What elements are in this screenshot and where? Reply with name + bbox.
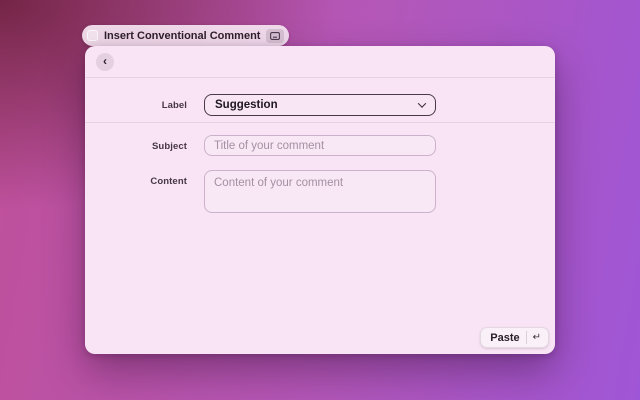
keyboard-icon xyxy=(266,29,284,43)
content-field-label: Content xyxy=(85,176,187,187)
extension-window: ‹ Label Suggestion Subject Content Paste… xyxy=(85,46,555,354)
button-divider xyxy=(526,331,527,344)
enter-key-icon: ↵ xyxy=(533,333,541,343)
subject-input[interactable] xyxy=(204,135,436,156)
label-select-value: Suggestion xyxy=(215,99,278,111)
extension-icon xyxy=(87,30,98,41)
chevron-down-icon xyxy=(418,99,426,107)
paste-button[interactable]: Paste ↵ xyxy=(480,327,549,348)
chevron-left-icon: ‹ xyxy=(103,55,107,67)
desktop-background: Insert Conventional Comment ‹ Label Sugg… xyxy=(0,0,640,400)
paste-label: Paste xyxy=(490,332,519,344)
command-title: Insert Conventional Comment xyxy=(104,30,260,42)
header-divider xyxy=(85,77,555,78)
subject-field-label: Subject xyxy=(85,141,187,152)
content-textarea[interactable] xyxy=(204,170,436,213)
label-field-label: Label xyxy=(85,100,187,111)
label-select[interactable]: Suggestion xyxy=(204,94,436,116)
section-divider xyxy=(85,122,555,123)
back-button[interactable]: ‹ xyxy=(96,53,114,71)
command-pill[interactable]: Insert Conventional Comment xyxy=(82,25,289,46)
